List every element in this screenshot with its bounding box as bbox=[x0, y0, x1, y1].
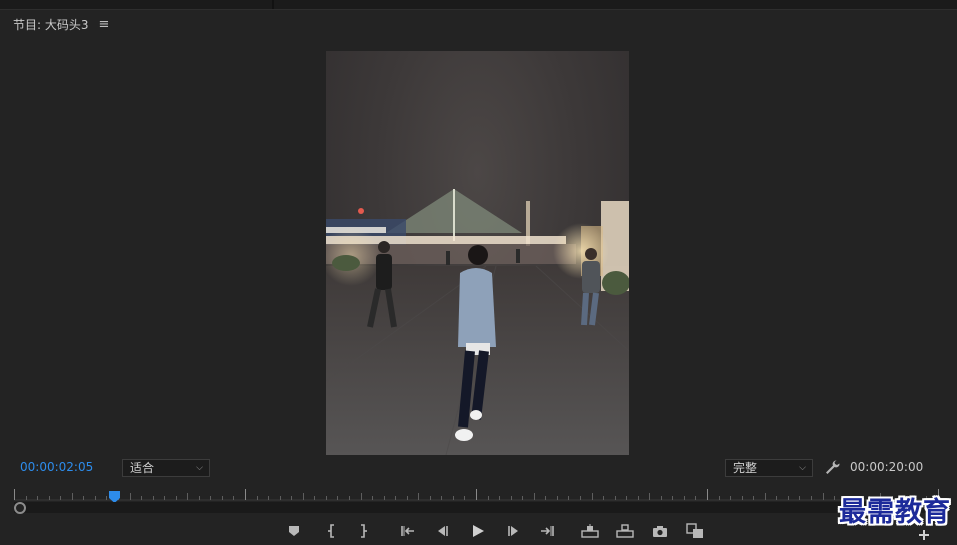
video-scene bbox=[326, 189, 629, 455]
play-icon bbox=[473, 525, 484, 537]
playback-resolution-select[interactable]: 完整 ⌵ bbox=[725, 459, 813, 477]
watermark-logo: 最需教育 bbox=[839, 497, 951, 528]
panel-title[interactable]: 节目: 大码头3 bbox=[13, 16, 89, 33]
zoom-level-select[interactable]: 适合 ⌵ bbox=[122, 459, 210, 477]
panel-header: 节目: 大码头3 ≡ bbox=[13, 15, 109, 33]
go-to-out-button[interactable] bbox=[537, 522, 557, 540]
current-timecode[interactable]: 00:00:02:05 bbox=[20, 460, 93, 474]
go-to-out-icon bbox=[541, 526, 554, 536]
chevron-down-icon: ⌵ bbox=[196, 463, 203, 473]
chevron-down-icon: ⌵ bbox=[799, 463, 806, 473]
step-back-button[interactable] bbox=[432, 522, 452, 540]
add-marker-button[interactable] bbox=[284, 522, 304, 540]
go-to-in-icon bbox=[401, 526, 414, 536]
top-tab-bar bbox=[0, 0, 957, 10]
total-duration-timecode: 00:00:20:00 bbox=[850, 460, 924, 474]
tab-separator bbox=[272, 0, 274, 9]
comparison-view-button[interactable] bbox=[685, 522, 705, 540]
export-frame-button[interactable] bbox=[650, 522, 670, 540]
play-button[interactable] bbox=[468, 522, 488, 540]
step-back-icon bbox=[438, 526, 448, 536]
transport-controls bbox=[0, 522, 957, 540]
mark-in-icon bbox=[328, 524, 334, 538]
extract-icon bbox=[616, 524, 634, 538]
step-forward-icon bbox=[508, 526, 518, 536]
camera-icon bbox=[653, 525, 667, 537]
zoom-scrollbar[interactable] bbox=[14, 502, 945, 513]
extract-button[interactable] bbox=[615, 522, 635, 540]
program-video-frame[interactable] bbox=[326, 51, 629, 455]
zoom-scroll-handle[interactable] bbox=[14, 502, 26, 514]
comparison-icon bbox=[686, 523, 703, 538]
go-to-in-button[interactable] bbox=[398, 522, 418, 540]
playhead-handle[interactable] bbox=[109, 488, 120, 503]
playback-resolution-value: 完整 bbox=[733, 461, 758, 475]
lift-icon bbox=[581, 524, 599, 538]
mark-out-icon bbox=[361, 524, 367, 538]
step-forward-button[interactable] bbox=[504, 522, 524, 540]
time-ruler[interactable] bbox=[14, 487, 945, 501]
wrench-icon[interactable] bbox=[824, 459, 840, 475]
zoom-level-value: 适合 bbox=[130, 461, 155, 475]
lift-button[interactable] bbox=[580, 522, 600, 540]
mark-out-button[interactable] bbox=[353, 522, 373, 540]
hamburger-icon[interactable]: ≡ bbox=[99, 17, 110, 32]
marker-icon bbox=[289, 526, 299, 536]
mark-in-button[interactable] bbox=[322, 522, 342, 540]
